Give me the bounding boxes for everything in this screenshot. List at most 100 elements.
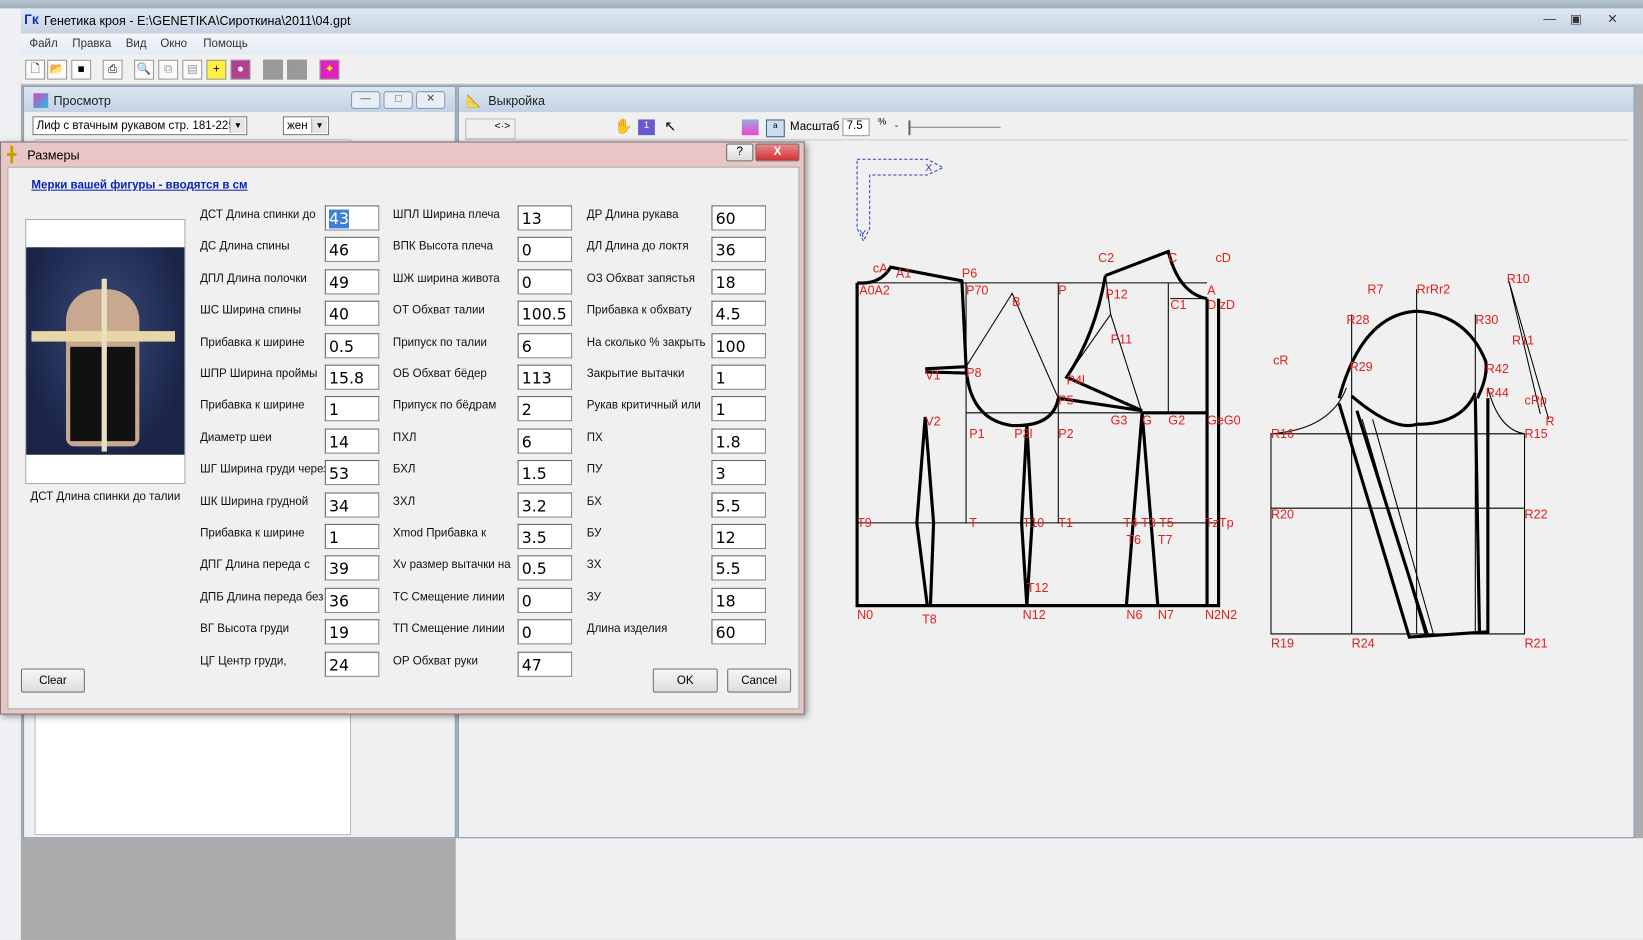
point-label: GeG0 xyxy=(1207,413,1241,427)
measurement-input[interactable]: 113 xyxy=(517,364,573,390)
measurement-label: ЗУ xyxy=(586,590,601,604)
point-label: R44 xyxy=(1486,386,1509,400)
measurement-value: 0 xyxy=(521,623,532,643)
measurement-value: 6 xyxy=(521,336,532,356)
measurement-input[interactable]: 60 xyxy=(711,619,766,645)
measurement-input[interactable]: 6 xyxy=(517,332,573,358)
measurement-value: 0.5 xyxy=(329,336,355,356)
measurement-label: ПХ xyxy=(586,431,603,445)
point-label: P12 xyxy=(1105,288,1127,302)
bodice-construction-lines xyxy=(857,275,1219,524)
measurement-input[interactable]: 1 xyxy=(711,396,766,422)
measurement-input[interactable]: 5.5 xyxy=(711,555,766,581)
point-label: P1 xyxy=(969,427,984,441)
measurement-label: ШГ Ширина груди через xyxy=(200,463,329,476)
measurement-input[interactable]: 0 xyxy=(517,237,573,263)
measurement-input[interactable]: 12 xyxy=(711,523,766,550)
point-label: P11 xyxy=(1111,333,1132,347)
measurement-label: ОТ Обхват талии xyxy=(392,304,485,317)
measurement-input[interactable]: 47 xyxy=(517,651,573,677)
measurement-input[interactable]: 19 xyxy=(324,619,380,645)
point-label: R16 xyxy=(1271,427,1294,441)
measurement-input[interactable]: 0 xyxy=(517,269,573,295)
clear-button[interactable]: Clear xyxy=(20,668,85,693)
point-label: D zD xyxy=(1207,298,1235,312)
measurement-label: ДСТ Длина спинки до xyxy=(200,208,316,222)
measurement-input[interactable]: 13 xyxy=(517,205,573,231)
measurement-label: БХЛ xyxy=(392,463,416,476)
measurement-value: 43 xyxy=(329,209,350,229)
measurements-link[interactable]: Мерки вашей фигуры - вводятся в см xyxy=(31,179,247,192)
measurement-input[interactable]: 60 xyxy=(711,205,766,231)
measurement-input[interactable]: 0.5 xyxy=(517,555,573,581)
measurement-value: 46 xyxy=(329,241,350,261)
measurement-value: 5.5 xyxy=(715,496,741,516)
measurement-input[interactable]: 100 xyxy=(711,332,766,358)
measurement-input[interactable]: 1 xyxy=(324,396,380,422)
measurement-value: 40 xyxy=(329,305,350,324)
measurement-input[interactable]: 18 xyxy=(711,269,766,295)
measurement-label: ЦГ Центр груди, xyxy=(200,654,287,668)
measurement-input[interactable]: 3.2 xyxy=(517,492,573,518)
measurement-input[interactable]: 6 xyxy=(517,428,573,454)
measurement-value: 1.5 xyxy=(521,464,547,484)
point-label: R24 xyxy=(1352,637,1375,651)
photo-background xyxy=(26,247,185,455)
point-label: P xyxy=(1058,283,1066,297)
measurement-label: ДПГ Длина переда с xyxy=(200,558,310,572)
measurement-label: Прибавка к ширине xyxy=(200,399,305,413)
axis-y-label: Y xyxy=(859,229,866,240)
measurement-label: ШПЛ Ширина плеча xyxy=(392,208,500,222)
measurement-label: Прибавка к обхвату xyxy=(586,304,692,317)
point-label: R7 xyxy=(1367,282,1383,296)
measurement-value: 19 xyxy=(329,623,350,643)
close-button[interactable]: X xyxy=(755,143,800,162)
measurement-label: ДПЛ Длина полочки xyxy=(200,272,307,285)
measurement-label: ШК Ширина грудной xyxy=(200,495,309,508)
measurement-input[interactable]: 36 xyxy=(324,587,380,613)
measurement-input[interactable]: 34 xyxy=(324,492,380,518)
measurements-dialog: ╋ Размеры ? X Мерки вашей фигуры - вводя… xyxy=(0,141,805,715)
measurement-label: ЗХ xyxy=(586,558,602,572)
measurement-input[interactable]: 14 xyxy=(324,428,380,454)
axis-x-label: X xyxy=(925,163,932,174)
measurement-input[interactable]: 1.5 xyxy=(517,460,573,486)
measurement-input[interactable]: 24 xyxy=(324,651,380,677)
measurement-photo xyxy=(25,218,186,485)
measurement-input[interactable]: 0 xyxy=(517,619,573,645)
measurement-input[interactable]: 3.5 xyxy=(517,523,573,550)
point-label: T10 xyxy=(1023,516,1045,530)
measurement-input[interactable]: 100.5 xyxy=(517,300,573,327)
measurement-value: 1 xyxy=(329,528,340,547)
measurement-input[interactable]: 5.5 xyxy=(711,492,766,518)
measurement-value: 60 xyxy=(715,623,736,643)
measurement-input[interactable]: 36 xyxy=(711,237,766,263)
measurement-label: ДЛ Длина до локтя xyxy=(586,240,689,253)
point-label: RrRr2 xyxy=(1417,282,1451,296)
point-label: C1 xyxy=(1170,298,1186,312)
measurement-input[interactable]: 2 xyxy=(517,396,573,422)
measurement-input[interactable]: 43 xyxy=(324,205,380,231)
measurement-input[interactable]: 1.8 xyxy=(711,428,766,454)
measurement-input[interactable]: 18 xyxy=(711,587,766,613)
measurement-label: ТП Смещение линии xyxy=(392,622,505,636)
measurement-input[interactable]: 0 xyxy=(517,587,573,613)
cancel-button[interactable]: Cancel xyxy=(727,668,792,693)
measurement-input[interactable]: 0.5 xyxy=(324,332,380,358)
measurement-value: 1 xyxy=(715,368,726,388)
measurement-input[interactable]: 39 xyxy=(324,555,380,581)
measurement-input[interactable]: 3 xyxy=(711,460,766,486)
help-button[interactable]: ? xyxy=(726,143,754,162)
measurement-input[interactable]: 49 xyxy=(324,269,380,295)
measurement-label: Закрытие вытачки xyxy=(586,367,685,381)
measurement-value: 113 xyxy=(521,368,552,388)
measurement-input[interactable]: 1 xyxy=(711,364,766,390)
ok-button[interactable]: OK xyxy=(652,668,718,693)
measurement-input[interactable]: 40 xyxy=(324,300,380,327)
measurement-input[interactable]: 4.5 xyxy=(711,300,766,327)
measurement-input[interactable]: 53 xyxy=(324,460,380,486)
point-label: T6 xyxy=(1126,533,1141,547)
measurement-input[interactable]: 46 xyxy=(324,237,380,263)
measurement-input[interactable]: 15.8 xyxy=(324,364,380,390)
measurement-input[interactable]: 1 xyxy=(324,523,380,550)
